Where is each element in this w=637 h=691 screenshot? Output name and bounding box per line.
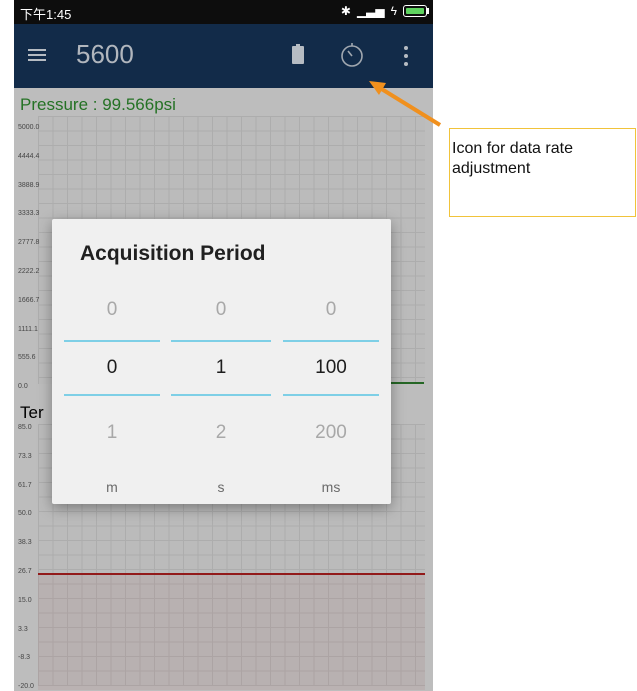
acquisition-period-dialog: Acquisition Period 0 0 1 m 0 1 2 s 0 100… <box>52 219 391 504</box>
annotation-callout: Icon for data rate adjustment <box>449 128 636 217</box>
picker-divider <box>64 394 160 396</box>
milliseconds-next[interactable]: 200 <box>283 422 379 444</box>
minutes-picker[interactable]: 0 0 1 m <box>64 219 160 504</box>
battery-icon <box>403 5 429 17</box>
picker-divider <box>171 340 271 342</box>
status-icons: ✱ ▁▃▅ ϟ <box>340 4 429 18</box>
seconds-prev[interactable]: 0 <box>171 299 271 321</box>
milliseconds-prev[interactable]: 0 <box>283 299 379 321</box>
minutes-unit: m <box>106 479 118 495</box>
milliseconds-unit: ms <box>321 479 341 495</box>
milliseconds-value[interactable]: 100 <box>283 357 379 379</box>
charging-icon: ϟ <box>390 4 397 18</box>
picker-divider <box>64 340 160 342</box>
annotation-text: Icon for data rate adjustment <box>452 140 573 177</box>
minutes-next[interactable]: 1 <box>64 422 160 444</box>
picker-divider <box>283 340 379 342</box>
seconds-value[interactable]: 1 <box>171 357 271 379</box>
signal-icon: ▁▃▅ <box>356 4 385 18</box>
minutes-prev[interactable]: 0 <box>64 299 160 321</box>
status-bar: 下午1:45 ✱ ▁▃▅ ϟ <box>14 0 433 24</box>
seconds-next[interactable]: 2 <box>171 422 271 444</box>
picker-divider <box>171 394 271 396</box>
picker-divider <box>283 394 379 396</box>
seconds-unit: s <box>217 479 225 495</box>
seconds-picker[interactable]: 0 1 2 s <box>171 219 271 504</box>
milliseconds-picker[interactable]: 0 100 200 ms <box>283 219 379 504</box>
phone-screen: 下午1:45 ✱ ▁▃▅ ϟ 5600 Pressure : 99.566psi <box>14 0 433 691</box>
bluetooth-icon: ✱ <box>340 4 351 18</box>
minutes-value[interactable]: 0 <box>64 357 160 379</box>
status-time: 下午1:45 <box>20 7 72 22</box>
